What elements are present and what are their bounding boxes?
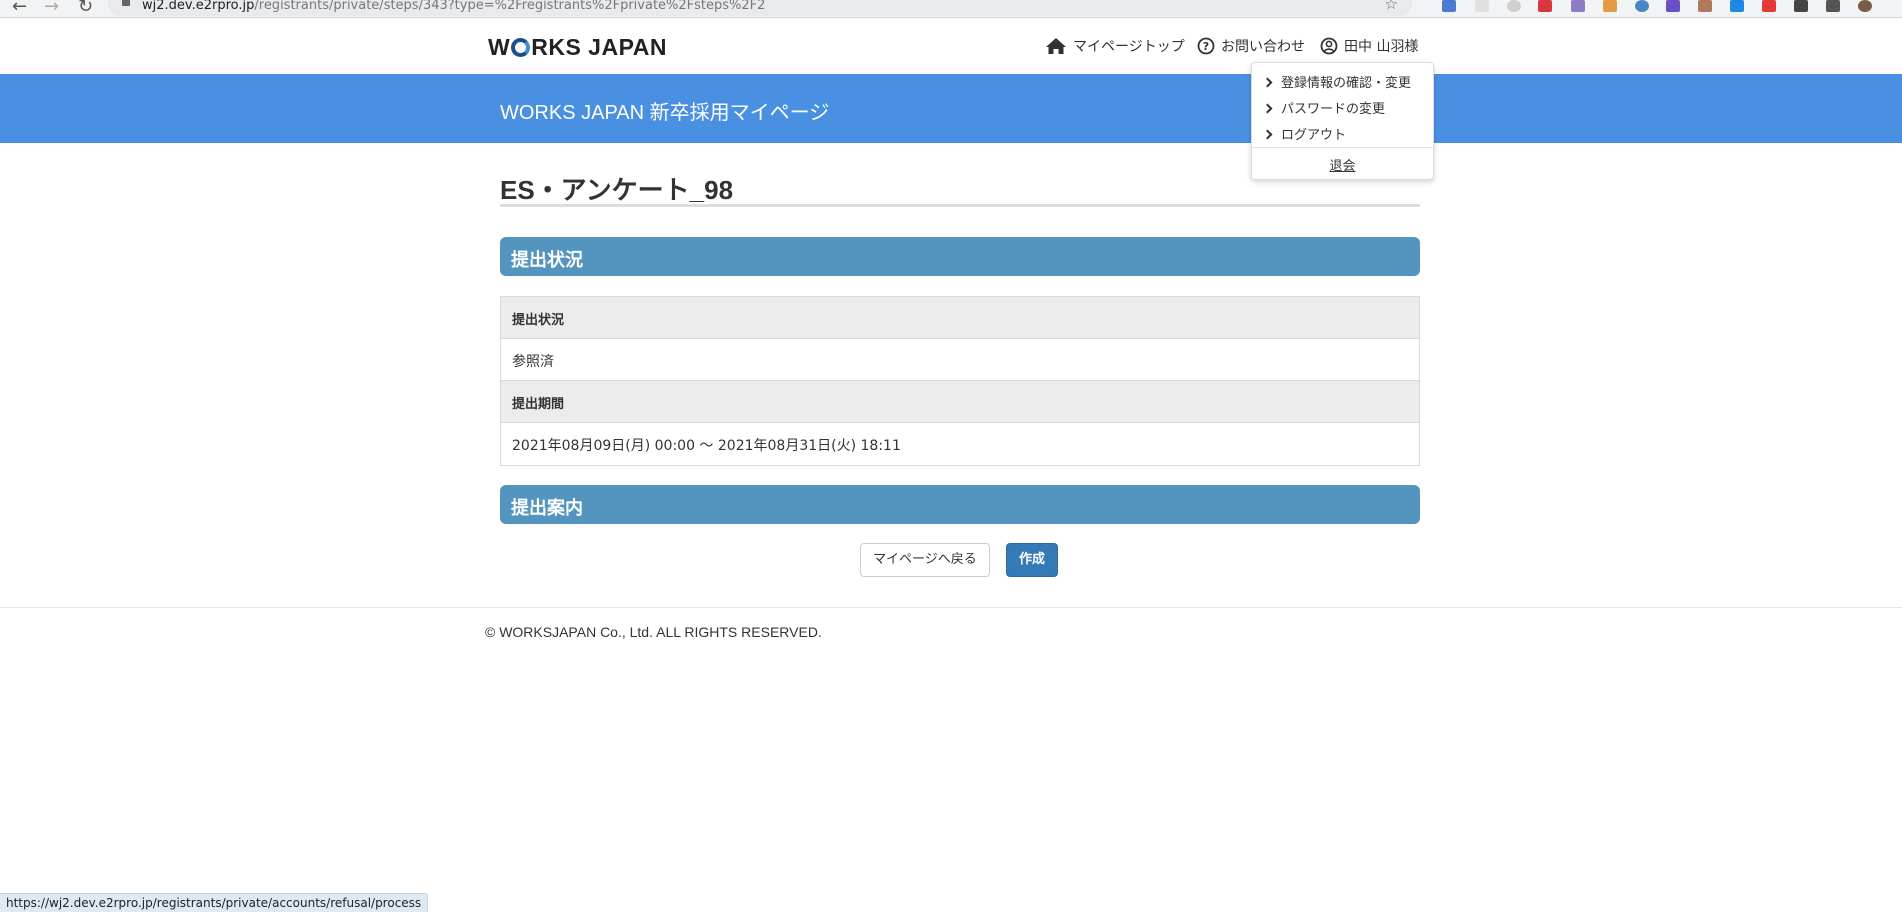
- banner-title: WORKS JAPAN 新卒採用マイページ: [500, 102, 830, 124]
- extension-icon[interactable]: [1538, 0, 1552, 12]
- reload-icon[interactable]: ↻: [78, 0, 93, 17]
- works-japan-logo[interactable]: W RKS JAPAN: [488, 34, 667, 61]
- reading-list-icon[interactable]: [1826, 0, 1840, 12]
- chevron-right-icon: [1262, 129, 1273, 140]
- nav-mypage-top-label: マイページトップ: [1073, 39, 1185, 55]
- status-value-cell: 参照済: [501, 339, 1419, 381]
- menu-item-account-info[interactable]: 登録情報の確認・変更: [1262, 72, 1411, 91]
- extension-icon[interactable]: [1475, 0, 1489, 12]
- question-circle-icon: ?: [1197, 37, 1215, 55]
- period-value-cell: 2021年08月09日(月) 00:00 〜 2021年08月31日(火) 18…: [501, 423, 1419, 465]
- extension-icon[interactable]: [1442, 0, 1456, 12]
- extension-icon[interactable]: [1571, 0, 1585, 12]
- nav-contact-link[interactable]: ? お問い合わせ: [1197, 36, 1305, 56]
- forward-arrow-icon[interactable]: →: [44, 0, 59, 17]
- lock-icon: [122, 0, 130, 6]
- extension-icon[interactable]: [1507, 0, 1521, 12]
- address-url: wj2.dev.e2rpro.jp/registrants/private/st…: [142, 0, 765, 13]
- menu-divider: [1252, 147, 1433, 148]
- avatar[interactable]: [1858, 0, 1872, 12]
- home-icon: [1046, 38, 1066, 54]
- nav-mypage-top-link[interactable]: マイページトップ: [1045, 36, 1185, 56]
- menu-item-logout[interactable]: ログアウト: [1262, 124, 1346, 143]
- nav-contact-label: お問い合わせ: [1221, 39, 1305, 55]
- footer-divider: [0, 607, 1902, 608]
- back-to-mypage-button[interactable]: マイページへ戻る: [860, 543, 990, 577]
- status-label-cell: 提出状況: [501, 297, 1419, 339]
- extension-icon[interactable]: [1666, 0, 1680, 12]
- user-dropdown-menu: 登録情報の確認・変更 パスワードの変更 ログアウト 退会: [1251, 62, 1434, 180]
- bookmark-star-icon[interactable]: ☆: [1385, 0, 1398, 13]
- puzzle-icon[interactable]: [1794, 0, 1808, 12]
- user-circle-icon: [1320, 37, 1338, 55]
- extension-icon[interactable]: [1603, 0, 1617, 12]
- extension-icon[interactable]: [1762, 0, 1776, 12]
- footer-copyright: © WORKSJAPAN Co., Ltd. ALL RIGHTS RESERV…: [485, 624, 822, 640]
- logo-o-mark: [511, 38, 531, 57]
- title-divider: [500, 204, 1420, 207]
- extension-icon[interactable]: [1730, 0, 1744, 12]
- site-header: W RKS JAPAN マイページトップ ? お問い合わせ 田中 山羽様: [0, 18, 1902, 74]
- url-host: wj2.dev.e2rpro.jp: [142, 0, 255, 13]
- chevron-right-icon: [1262, 103, 1273, 114]
- chevron-right-icon: [1262, 77, 1273, 88]
- status-bar-url: https://wj2.dev.e2rpro.jp/registrants/pr…: [0, 893, 429, 912]
- address-bar[interactable]: wj2.dev.e2rpro.jp/registrants/private/st…: [108, 0, 1412, 16]
- create-button[interactable]: 作成: [1006, 543, 1059, 577]
- menu-item-withdraw[interactable]: 退会: [1252, 155, 1433, 174]
- submission-info-table: 提出状況 参照済 提出期間 2021年08月09日(月) 00:00 〜 202…: [500, 296, 1420, 466]
- nav-user-menu[interactable]: 田中 山羽様: [1320, 36, 1418, 56]
- back-arrow-icon[interactable]: ←: [12, 0, 27, 17]
- svg-text:?: ?: [1203, 40, 1209, 53]
- page-title: ES・アンケート_98: [500, 175, 734, 205]
- section-header-guide: 提出案内: [500, 485, 1420, 524]
- nav-user-label: 田中 山羽様: [1344, 39, 1419, 55]
- url-path: /registrants/private/steps/343?type=%2Fr…: [254, 0, 766, 13]
- menu-item-change-password[interactable]: パスワードの変更: [1262, 98, 1385, 117]
- browser-toolbar: ← → ↻ wj2.dev.e2rpro.jp/registrants/priv…: [0, 0, 1902, 18]
- section-header-status: 提出状況: [500, 237, 1420, 276]
- period-label-cell: 提出期間: [501, 381, 1419, 423]
- extension-icon[interactable]: [1698, 0, 1712, 12]
- extension-icon[interactable]: [1635, 0, 1649, 12]
- page-banner: WORKS JAPAN 新卒採用マイページ: [0, 74, 1902, 143]
